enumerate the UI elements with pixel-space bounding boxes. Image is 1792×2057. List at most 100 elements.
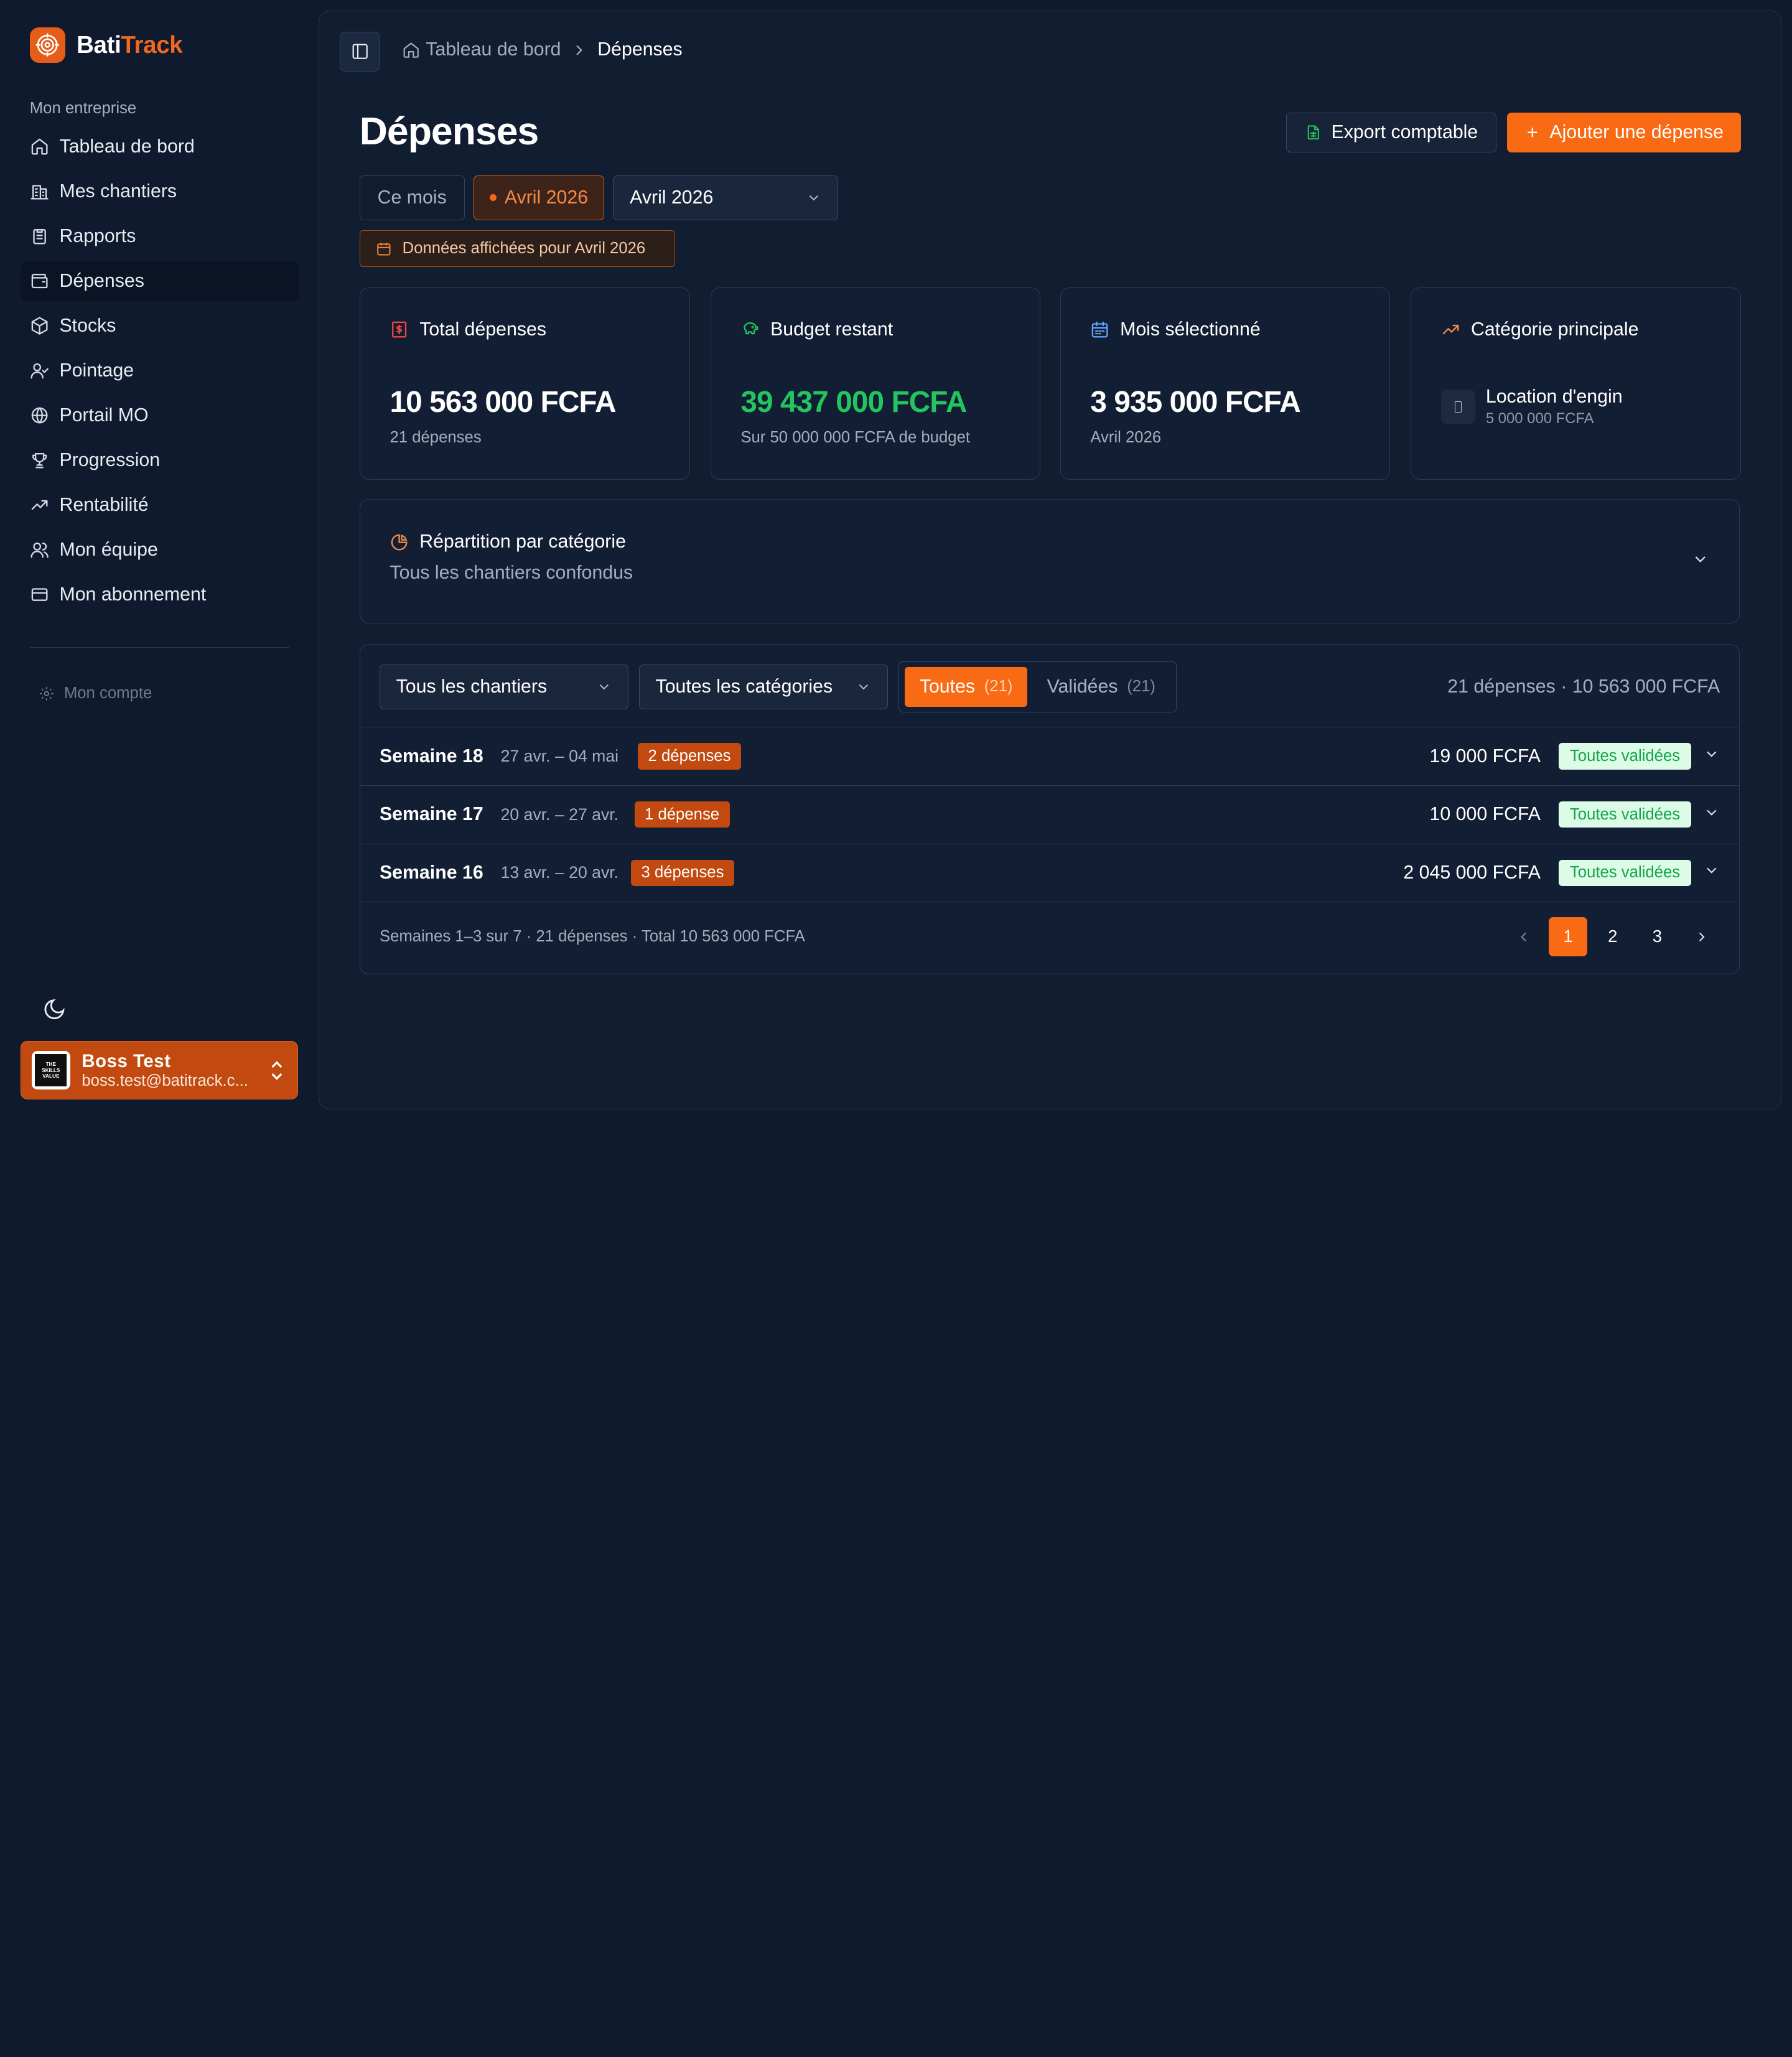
- week-amount: 2 045 000 FCFA: [1403, 862, 1541, 883]
- chevron-down-icon: [1691, 550, 1709, 573]
- account-link[interactable]: Mon compte: [39, 684, 152, 702]
- category-breakdown-panel[interactable]: Répartition par catégorie Tous les chant…: [359, 498, 1740, 623]
- sidebar-item-label: Portail MO: [59, 404, 149, 426]
- main-panel: Tableau de bord Dépenses Dépenses Export…: [319, 10, 1782, 1110]
- trending-up-icon: [1442, 324, 1459, 335]
- sidebar-item-mon-abonnement[interactable]: Mon abonnement: [21, 575, 299, 615]
- avatar-text-line: VALUE: [42, 1073, 60, 1079]
- user-check-icon: [30, 363, 49, 379]
- week-dates: 20 avr. – 27 avr.: [500, 805, 619, 824]
- export-label: Export comptable: [1331, 122, 1478, 143]
- card-value: 10 563 000 FCFA: [390, 386, 616, 419]
- next-page-button[interactable]: [1682, 917, 1721, 956]
- card-label: Total dépenses: [419, 319, 547, 340]
- avatar-text-line: THE: [45, 1061, 57, 1068]
- sidebar-item-label: Mes chantiers: [59, 180, 177, 202]
- sidebar-item-pointage[interactable]: Pointage: [21, 351, 299, 391]
- week-row[interactable]: Semaine 18 27 avr. – 04 mai 2 dépenses 1…: [360, 727, 1740, 785]
- status-tab-label: Toutes: [919, 676, 976, 697]
- page-button-2[interactable]: 2: [1594, 917, 1632, 956]
- sidebar-item-label: Mon abonnement: [59, 584, 207, 605]
- month-select[interactable]: Avril 2026: [613, 175, 839, 220]
- plus-icon: [1528, 128, 1538, 138]
- active-month-label: Avril 2026: [504, 187, 589, 208]
- category-name: Location d'engin: [1485, 386, 1623, 407]
- week-row[interactable]: Semaine 17 20 avr. – 27 avr. 1 dépense 1…: [360, 785, 1740, 844]
- sidebar-toggle-button[interactable]: [340, 31, 380, 72]
- sidebar-item-label: Progression: [59, 449, 161, 470]
- card-label: Catégorie principale: [1470, 319, 1639, 340]
- pagination-info: Semaines 1–3 sur 7 · 21 dépenses · Total…: [379, 927, 805, 945]
- card-label: Budget restant: [770, 319, 894, 340]
- panel-left-icon: [352, 44, 368, 59]
- prev-page-button[interactable]: [1504, 917, 1542, 956]
- breakdown-title: Répartition par catégorie: [419, 531, 626, 553]
- sidebar-item-label: Dépenses: [59, 270, 144, 291]
- sidebar: BatiTrack Mon entreprise Tableau de bord…: [0, 0, 319, 1120]
- sidebar-item-rentabilite[interactable]: Rentabilité: [21, 485, 299, 525]
- week-row[interactable]: Semaine 16 13 avr. – 20 avr. 3 dépenses …: [360, 843, 1740, 902]
- category-filter-select[interactable]: Toutes les catégories: [638, 665, 889, 709]
- sidebar-item-label: Stocks: [59, 315, 116, 336]
- sidebar-item-label: Mon équipe: [59, 539, 158, 560]
- calendar-icon: [1092, 321, 1108, 338]
- active-month-chip[interactable]: Avril 2026: [474, 175, 604, 220]
- file-spreadsheet-icon: [1307, 125, 1320, 140]
- page-button-3[interactable]: 3: [1638, 917, 1676, 956]
- sidebar-item-rapports[interactable]: Rapports: [21, 217, 299, 256]
- globe-icon: [31, 408, 48, 424]
- trophy-icon: [32, 453, 47, 469]
- site-filter-select[interactable]: Tous les chantiers: [379, 665, 629, 709]
- pie-chart-icon: [391, 534, 408, 551]
- page-button-1[interactable]: 1: [1548, 917, 1588, 956]
- user-menu[interactable]: THE SKILLS VALUE Boss Test boss.test@bat…: [21, 1041, 299, 1099]
- status-tab-all[interactable]: Toutes (21): [904, 666, 1028, 707]
- expenses-table: Tous les chantiers Toutes les catégories…: [359, 644, 1740, 974]
- breadcrumb: Tableau de bord Dépenses: [402, 39, 683, 60]
- sidebar-item-progression[interactable]: Progression: [21, 441, 299, 480]
- sidebar-item-label: Rapports: [59, 225, 136, 246]
- breadcrumb-home[interactable]: Tableau de bord: [402, 39, 561, 60]
- site-filter-value: Tous les chantiers: [396, 676, 548, 697]
- sidebar-divider: [29, 646, 289, 648]
- card-remaining-budget: Budget restant 39 437 000 FCFA Sur 50 00…: [710, 287, 1041, 480]
- sidebar-item-mes-chantiers[interactable]: Mes chantiers: [21, 172, 299, 212]
- sidebar-section-label: Mon entreprise: [29, 99, 137, 117]
- card-main-category: Catégorie principale Location d'engin 5 …: [1411, 287, 1742, 480]
- trending-up-icon: [31, 500, 48, 510]
- week-amount: 19 000 FCFA: [1429, 745, 1541, 767]
- sidebar-item-depenses[interactable]: Dépenses: [21, 261, 300, 302]
- piggy-bank-icon: [744, 322, 758, 335]
- status-tab-validated[interactable]: Validées (21): [1032, 667, 1170, 707]
- week-status-badge: Toutes validées: [1558, 859, 1692, 887]
- sidebar-item-portail-mo[interactable]: Portail MO: [21, 396, 299, 436]
- breadcrumb-home-label: Tableau de bord: [426, 39, 561, 60]
- sidebar-item-label: Rentabilité: [59, 494, 149, 515]
- home-icon: [403, 42, 419, 58]
- card-sub: Sur 50 000 000 FCFA de budget: [740, 428, 971, 446]
- week-count-badge: 2 dépenses: [638, 743, 741, 770]
- gear-icon: [40, 686, 54, 701]
- pagination: 1 2 3: [1504, 917, 1721, 956]
- sidebar-item-tableau-de-bord[interactable]: Tableau de bord: [21, 127, 299, 167]
- user-name: Boss Test: [82, 1050, 171, 1071]
- sidebar-item-stocks[interactable]: Stocks: [21, 306, 299, 346]
- filter-summary: 21 dépenses · 10 563 000 FCFA: [1447, 676, 1720, 697]
- sidebar-item-mon-equipe[interactable]: Mon équipe: [21, 530, 299, 570]
- week-title: Semaine 17: [379, 804, 483, 825]
- this-month-chip[interactable]: Ce mois: [359, 175, 465, 220]
- brand-logo[interactable]: BatiTrack: [29, 27, 183, 63]
- chevron-down-icon: [1703, 745, 1720, 768]
- export-button[interactable]: Export comptable: [1286, 112, 1497, 153]
- week-count-badge: 3 dépenses: [631, 859, 734, 887]
- breakdown-subtitle: Tous les chantiers confondus: [390, 562, 633, 583]
- week-status-badge: Toutes validées: [1558, 743, 1692, 770]
- add-expense-button[interactable]: Ajouter une dépense: [1506, 112, 1742, 153]
- user-email: boss.test@batitrack.c...: [82, 1071, 248, 1089]
- account-label: Mon compte: [63, 684, 152, 702]
- week-count-badge: 1 dépense: [634, 801, 730, 828]
- category-filter-value: Toutes les catégories: [655, 676, 833, 697]
- card-selected-month: Mois sélectionné 3 935 000 FCFA Avril 20…: [1060, 287, 1391, 480]
- theme-toggle[interactable]: [42, 997, 67, 1022]
- category-icon: [1441, 389, 1476, 424]
